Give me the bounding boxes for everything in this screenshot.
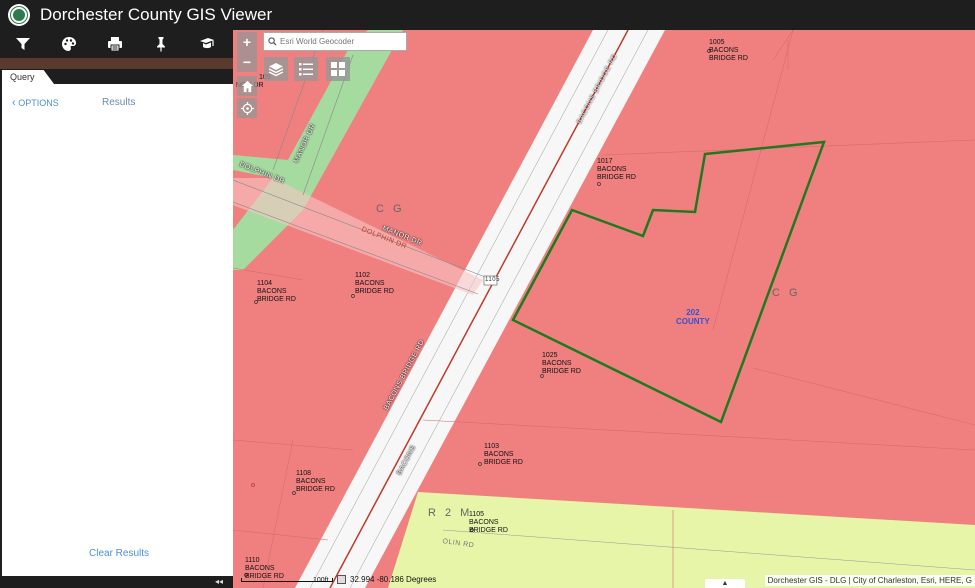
- address-label: 1017 BACONS BRIDGE RD: [597, 158, 636, 181]
- app-title: Dorchester County GIS Viewer: [40, 5, 273, 24]
- tab-query[interactable]: Query: [2, 70, 54, 84]
- measure-icon: [200, 38, 214, 49]
- scale-label: 100ft: [313, 577, 329, 584]
- map-attribution: Dorchester GIS - DLG | City of Charlesto…: [764, 575, 975, 586]
- geocoder-search-input[interactable]: [280, 37, 398, 46]
- route-shield-label: 1105: [485, 277, 500, 283]
- panel-tab-bar: Query: [0, 69, 233, 84]
- locate-icon: [240, 101, 254, 115]
- search-icon: [268, 37, 277, 46]
- measure-tool-button[interactable]: [184, 30, 230, 58]
- query-tool-button[interactable]: [0, 30, 46, 58]
- print-tool-button[interactable]: [92, 30, 138, 58]
- pin-icon: [157, 37, 165, 52]
- results-heading: Results: [102, 97, 136, 108]
- county-logo: [8, 4, 30, 26]
- zone-label-cg-right: C G: [772, 287, 801, 299]
- tool-toolbar: [0, 30, 233, 58]
- parcel-owner: COUNTY: [676, 317, 710, 326]
- zoom-out-button[interactable]: −: [237, 52, 257, 72]
- home-icon: [241, 80, 253, 92]
- coordinate-toggle-icon[interactable]: [337, 575, 346, 584]
- address-label: 1105 BACONS BRIDGE RD: [469, 511, 508, 534]
- parcel-number: 202: [686, 308, 700, 317]
- panel-accent-strip: [0, 58, 233, 69]
- identify-tool-button[interactable]: [138, 30, 184, 58]
- options-back-link[interactable]: ‹ OPTIONS: [12, 97, 59, 109]
- panel-collapse-bar: ◂◂: [0, 576, 233, 588]
- list-icon: [299, 63, 313, 76]
- address-label: 1108 BACONS BRIDGE RD: [296, 470, 335, 493]
- locate-button[interactable]: [237, 98, 257, 118]
- collapse-panel-button[interactable]: ◂◂: [215, 576, 223, 588]
- geocoder-search[interactable]: [263, 32, 407, 51]
- layers-button[interactable]: [264, 57, 288, 81]
- map-basemap: [233, 30, 975, 588]
- options-link-label: OPTIONS: [18, 98, 59, 108]
- address-label: 1005 BACONS BRIDGE RD: [709, 39, 748, 62]
- app-window: Dorchester County GIS Viewer Query ‹ OPT…: [0, 0, 975, 588]
- query-panel: ‹ OPTIONS Results Clear Results: [2, 84, 233, 576]
- basemap-gallery-button[interactable]: [326, 57, 350, 81]
- legend-icon: [62, 37, 76, 51]
- attribution-expand-button[interactable]: ▲: [705, 579, 745, 588]
- filter-icon: [16, 38, 30, 50]
- parcel-label[interactable]: 202 COUNTY: [676, 308, 710, 326]
- zone-label-r2m: R 2 M: [428, 507, 473, 519]
- address-label: 1025 BACONS BRIDGE RD: [542, 352, 581, 375]
- home-button[interactable]: [237, 76, 257, 96]
- address-label: 1103 BACONS BRIDGE RD: [484, 443, 523, 466]
- map-view[interactable]: BACONS BRIDGE RD BACONS BACONS BRIDGE RD…: [233, 30, 975, 588]
- coordinate-text: 32.994 -80.186 Degrees: [350, 575, 437, 584]
- grid-icon: [331, 62, 345, 76]
- coordinate-readout: 32.994 -80.186 Degrees: [337, 575, 436, 584]
- layers-icon: [268, 63, 284, 77]
- legend-list-button[interactable]: [294, 57, 318, 81]
- print-icon: [108, 37, 122, 52]
- layers-tool-button[interactable]: [46, 30, 92, 58]
- address-label: 1102 BACONS BRIDGE RD: [355, 272, 394, 295]
- zoom-in-button[interactable]: +: [237, 32, 257, 52]
- clear-results-link[interactable]: Clear Results: [89, 548, 149, 559]
- address-label: 1104 BACONS BRIDGE RD: [257, 280, 296, 303]
- app-header: Dorchester County GIS Viewer: [0, 0, 975, 30]
- zone-label-cg-upper: C G: [376, 203, 405, 215]
- chevron-left-icon: ‹: [12, 97, 16, 109]
